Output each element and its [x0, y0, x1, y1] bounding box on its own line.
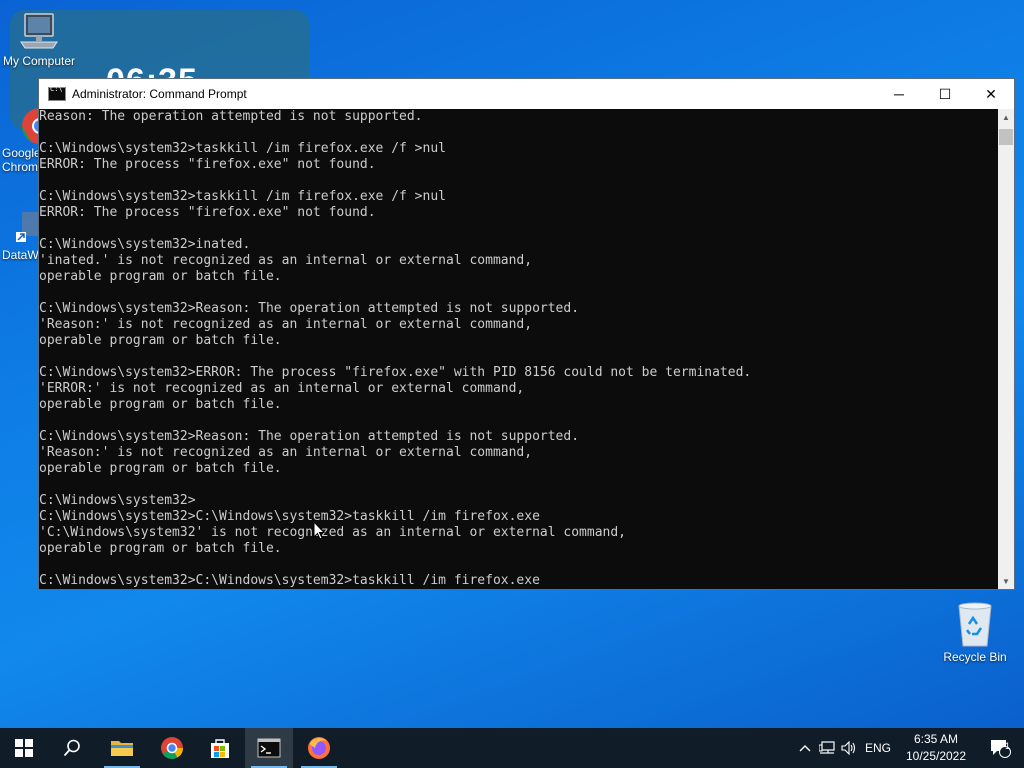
terminal-line: C:\Windows\system32>C:\Windows\system32>… — [39, 573, 540, 588]
terminal-line: C:\Windows\system32>taskkill /im firefox… — [39, 189, 446, 204]
terminal-output[interactable]: Reason: The operation attempted is not s… — [39, 109, 999, 589]
desktop-icon-recycle-bin[interactable]: Recycle Bin — [936, 600, 1014, 664]
terminal-line: 'Reason:' is not recognized as an intern… — [39, 445, 533, 460]
chrome-icon — [161, 737, 183, 759]
show-hidden-icons-chevron-icon[interactable] — [794, 728, 816, 768]
folder-icon — [111, 741, 133, 756]
action-center-button[interactable]: 1 — [976, 728, 1024, 768]
terminal-line: C:\Windows\system32>taskkill /im firefox… — [39, 141, 446, 156]
windows-logo-icon — [15, 739, 33, 757]
start-button[interactable] — [0, 728, 48, 768]
recycle-bin-icon — [958, 602, 992, 647]
scrollbar-thumb[interactable] — [999, 129, 1013, 145]
computer-icon — [20, 13, 58, 49]
volume-icon[interactable] — [838, 728, 860, 768]
terminal-line: C:\Windows\system32>Reason: The operatio… — [39, 301, 580, 316]
minimize-button[interactable]: ─ — [876, 79, 922, 109]
terminal-line: Reason: The operation attempted is not s… — [39, 109, 423, 124]
store-icon — [211, 739, 229, 758]
terminal-line: operable program or batch file. — [39, 397, 282, 412]
terminal-line: 'ERROR:' is not recognized as an interna… — [39, 381, 525, 396]
scroll-down-arrow-icon[interactable]: ▼ — [998, 573, 1014, 589]
terminal-line: operable program or batch file. — [39, 333, 282, 348]
desktop-icon-label: Google Chrome — [2, 146, 40, 174]
terminal-line: ERROR: The process "firefox.exe" not fou… — [39, 205, 376, 220]
system-tray: ENG 6:35 AM 10/25/2022 1 — [794, 728, 1024, 768]
taskbar-microsoft-store[interactable] — [196, 728, 244, 768]
desktop-icon-label: Recycle Bin — [943, 650, 1007, 664]
datawrangler-icon — [16, 212, 40, 242]
desktop: 06:35 My Computer Google Chrome DataWran… — [0, 0, 1024, 728]
terminal-line: 'inated.' is not recognized as an intern… — [39, 253, 533, 268]
search-icon — [63, 739, 80, 757]
command-prompt-window[interactable]: Administrator: Command Prompt ─ ☐ ✕ Reas… — [38, 78, 1015, 590]
clock-date: 10/25/2022 — [905, 749, 967, 763]
scroll-up-arrow-icon[interactable]: ▲ — [998, 109, 1014, 125]
taskbar-file-explorer[interactable] — [98, 728, 146, 768]
terminal-line: operable program or batch file. — [39, 541, 282, 556]
window-title: Administrator: Command Prompt — [72, 87, 247, 101]
terminal-line: C:\Windows\system32>inated. — [39, 237, 251, 252]
desktop-icon-chrome[interactable]: Google Chrome — [0, 104, 40, 174]
taskbar: ENG 6:35 AM 10/25/2022 1 — [0, 728, 1024, 768]
terminal-line: operable program or batch file. — [39, 269, 282, 284]
maximize-button[interactable]: ☐ — [922, 79, 968, 109]
close-button[interactable]: ✕ — [968, 79, 1014, 109]
clock-time: 6:35 AM — [913, 732, 959, 746]
command-prompt-icon — [257, 738, 281, 758]
desktop-icon-label: My Computer — [2, 54, 76, 68]
language-indicator[interactable]: ENG — [860, 728, 896, 768]
command-prompt-icon — [48, 85, 66, 101]
firefox-icon — [308, 737, 330, 759]
terminal-line: 'Reason:' is not recognized as an intern… — [39, 317, 533, 332]
window-titlebar[interactable]: Administrator: Command Prompt ─ ☐ ✕ — [39, 79, 1014, 109]
desktop-icon-datawrangler[interactable]: DataWrangler — [0, 210, 40, 262]
terminal-line: ERROR: The process "firefox.exe" not fou… — [39, 157, 376, 172]
terminal-line: 'C:\Windows\system32' is not recognized … — [39, 525, 626, 540]
vertical-scrollbar[interactable]: ▲ ▼ — [998, 109, 1014, 589]
taskbar-command-prompt[interactable] — [245, 728, 293, 768]
taskbar-clock[interactable]: 6:35 AM 10/25/2022 — [896, 731, 976, 765]
taskbar-firefox[interactable] — [295, 728, 343, 768]
terminal-line: operable program or batch file. — [39, 461, 282, 476]
notification-count-badge: 1 — [1005, 741, 1011, 751]
terminal-line: C:\Windows\system32> — [39, 493, 196, 508]
mouse-cursor-icon — [313, 521, 325, 540]
terminal-line: C:\Windows\system32>Reason: The operatio… — [39, 429, 580, 444]
desktop-icon-label: DataWrangler — [2, 248, 40, 262]
taskbar-chrome[interactable] — [148, 728, 196, 768]
terminal-line: C:\Windows\system32>ERROR: The process "… — [39, 365, 752, 380]
chrome-icon — [21, 108, 40, 144]
search-button[interactable] — [48, 728, 96, 768]
terminal-line: C:\Windows\system32>C:\Windows\system32>… — [39, 509, 540, 524]
desktop-icon-my-computer[interactable]: My Computer — [0, 12, 78, 68]
network-icon[interactable] — [816, 728, 838, 768]
